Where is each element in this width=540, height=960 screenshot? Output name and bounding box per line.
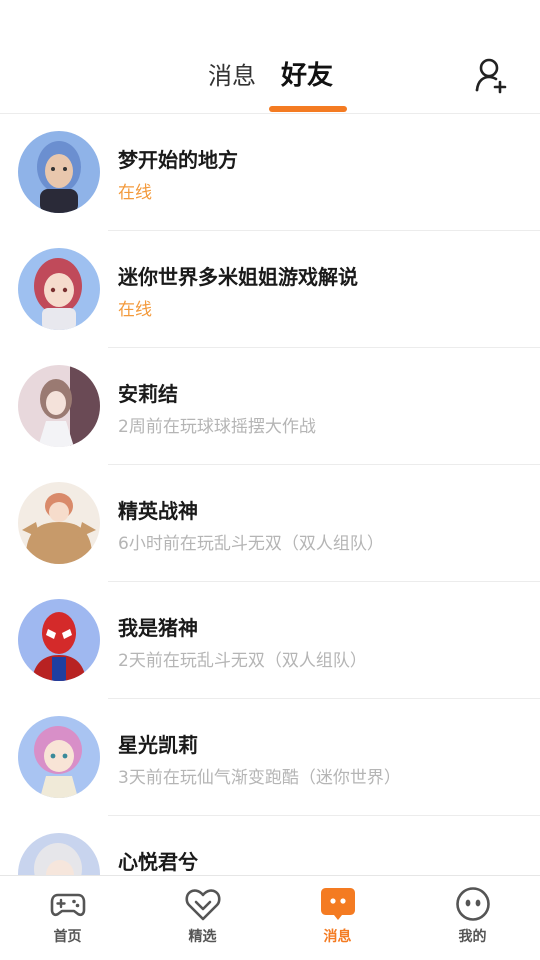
friend-row[interactable]: 迷你世界多米姐姐游戏解说 在线 — [0, 231, 540, 348]
friend-name: 心悦君兮 — [118, 850, 198, 874]
nav-messages[interactable]: 消息 — [270, 876, 405, 960]
avatar[interactable] — [18, 248, 100, 330]
friend-status: 2周前在玩球球摇摆大作战 — [118, 417, 316, 437]
top-bar: 消息 好友 — [0, 0, 540, 114]
nav-home-label: 首页 — [53, 929, 82, 945]
friend-row[interactable]: 梦开始的地方 在线 — [0, 114, 540, 231]
friend-row[interactable]: 安莉结 2周前在玩球球摇摆大作战 — [0, 348, 540, 465]
friend-row[interactable]: 星光凯莉 3天前在玩仙气渐变跑酷（迷你世界） — [0, 699, 540, 816]
avatar[interactable] — [18, 131, 100, 213]
chat-bubble-icon — [320, 886, 356, 922]
friend-name: 我是猪神 — [118, 616, 198, 640]
friend-status: 6小时前在玩乱斗无双（双人组队） — [118, 534, 384, 554]
friend-name: 安莉结 — [118, 382, 178, 406]
gamepad-icon — [50, 886, 86, 922]
avatar[interactable] — [18, 365, 100, 447]
heart-badge-icon — [185, 886, 221, 922]
nav-featured[interactable]: 精选 — [135, 876, 270, 960]
friend-list[interactable]: 梦开始的地方 在线 迷你世界多米姐姐游戏解说 在线 安莉结 2周前在玩球球摇摆大… — [0, 114, 540, 875]
nav-home[interactable]: 首页 — [0, 876, 135, 960]
bottom-navigation: 首页 精选 消息 我的 — [0, 875, 540, 960]
friend-name: 星光凯莉 — [118, 733, 198, 757]
nav-featured-label: 精选 — [188, 929, 217, 945]
nav-me-label: 我的 — [458, 929, 487, 945]
friend-status: 2天前在玩乱斗无双（双人组队） — [118, 651, 367, 671]
add-user-icon[interactable] — [472, 56, 512, 96]
nav-messages-label: 消息 — [323, 929, 352, 945]
avatar[interactable] — [18, 482, 100, 564]
friend-name: 梦开始的地方 — [118, 148, 238, 172]
friend-row[interactable]: 心悦君兮 — [0, 816, 540, 875]
friend-status: 在线 — [118, 300, 152, 320]
avatar[interactable] — [18, 716, 100, 798]
active-tab-indicator — [269, 106, 347, 112]
friend-row[interactable]: 我是猪神 2天前在玩乱斗无双（双人组队） — [0, 582, 540, 699]
friend-status: 3天前在玩仙气渐变跑酷（迷你世界） — [118, 768, 401, 788]
tab-friends[interactable]: 好友 — [281, 60, 333, 92]
friend-name: 迷你世界多米姐姐游戏解说 — [118, 265, 358, 289]
friend-name: 精英战神 — [118, 499, 198, 523]
tab-messages[interactable]: 消息 — [208, 60, 256, 92]
nav-me[interactable]: 我的 — [405, 876, 540, 960]
friend-row[interactable]: 精英战神 6小时前在玩乱斗无双（双人组队） — [0, 465, 540, 582]
avatar[interactable] — [18, 833, 100, 875]
avatar[interactable] — [18, 599, 100, 681]
friend-status: 在线 — [118, 183, 152, 203]
face-icon — [455, 886, 491, 922]
